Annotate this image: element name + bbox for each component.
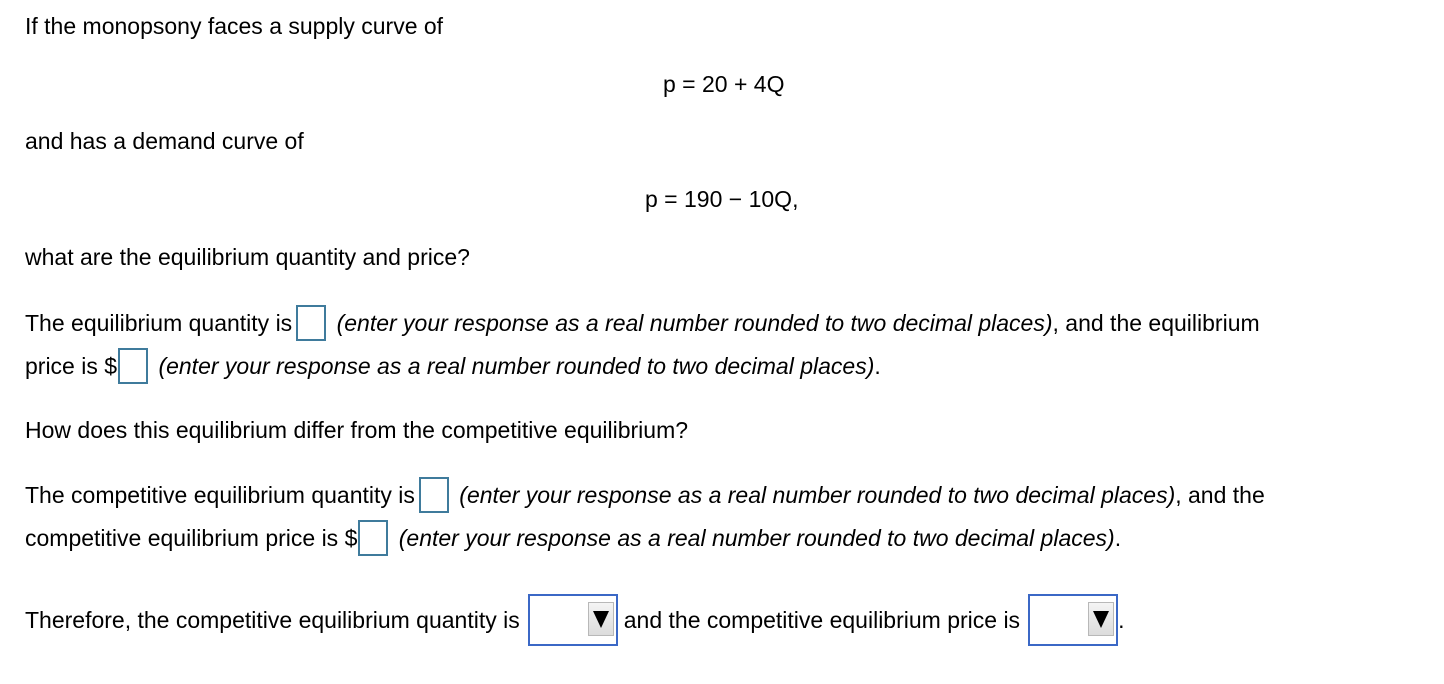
equilibrium-price-hint: (enter your response as a real number ro… xyxy=(158,353,875,380)
competitive-price-line: competitive equilibrium price is $ (ente… xyxy=(25,520,1122,558)
conclusion-prefix: Therefore, the competitive equilibrium q… xyxy=(25,607,520,634)
competitive-price-label: competitive equilibrium price is $ xyxy=(25,525,358,552)
equilibrium-quantity-hint: (enter your response as a real number ro… xyxy=(336,310,1053,337)
competitive-price-suffix: . xyxy=(1114,525,1122,552)
equilibrium-price-input[interactable] xyxy=(118,348,149,384)
competitive-price-hint: (enter your response as a real number ro… xyxy=(398,525,1115,552)
competitive-quantity-comparison-dropdown[interactable] xyxy=(527,594,618,646)
equilibrium-price-suffix: . xyxy=(874,353,881,380)
supply-equation: p = 20 + 4Q xyxy=(663,71,785,97)
down-triangle-icon xyxy=(1093,610,1110,628)
intro-demand-text: and has a demand curve of xyxy=(25,128,304,154)
competitive-quantity-line: The competitive equilibrium quantity is … xyxy=(25,477,1265,515)
conclusion-suffix: . xyxy=(1118,607,1125,634)
conclusion-middle: and the competitive equilibrium price is xyxy=(623,607,1021,634)
down-triangle-icon xyxy=(592,610,609,628)
equilibrium-quantity-line: The equilibrium quantity is (enter your … xyxy=(25,305,1260,343)
competitive-price-comparison-dropdown[interactable] xyxy=(1028,594,1119,646)
dropdown-arrow-button[interactable] xyxy=(1088,602,1115,636)
competitive-quantity-suffix: , and the xyxy=(1175,482,1265,509)
demand-equation: p = 190 − 10Q, xyxy=(645,186,799,212)
competitive-quantity-label: The competitive equilibrium quantity is xyxy=(25,482,415,509)
conclusion-line: Therefore, the competitive equilibrium q… xyxy=(25,594,1125,648)
equilibrium-price-line: price is $ (enter your response as a rea… xyxy=(25,348,881,386)
competitive-price-input[interactable] xyxy=(358,520,389,556)
equilibrium-quantity-label: The equilibrium quantity is xyxy=(25,310,293,337)
question-prompt: what are the equilibrium quantity and pr… xyxy=(25,244,470,270)
equilibrium-quantity-suffix: , and the equilibrium xyxy=(1052,310,1260,337)
equilibrium-price-label: price is $ xyxy=(25,353,118,380)
comparison-question: How does this equilibrium differ from th… xyxy=(25,417,689,443)
dropdown-arrow-button[interactable] xyxy=(587,602,614,636)
competitive-quantity-hint: (enter your response as a real number ro… xyxy=(459,482,1176,509)
equilibrium-quantity-input[interactable] xyxy=(296,305,327,341)
intro-supply-text: If the monopsony faces a supply curve of xyxy=(25,13,444,39)
competitive-quantity-input[interactable] xyxy=(418,477,449,513)
